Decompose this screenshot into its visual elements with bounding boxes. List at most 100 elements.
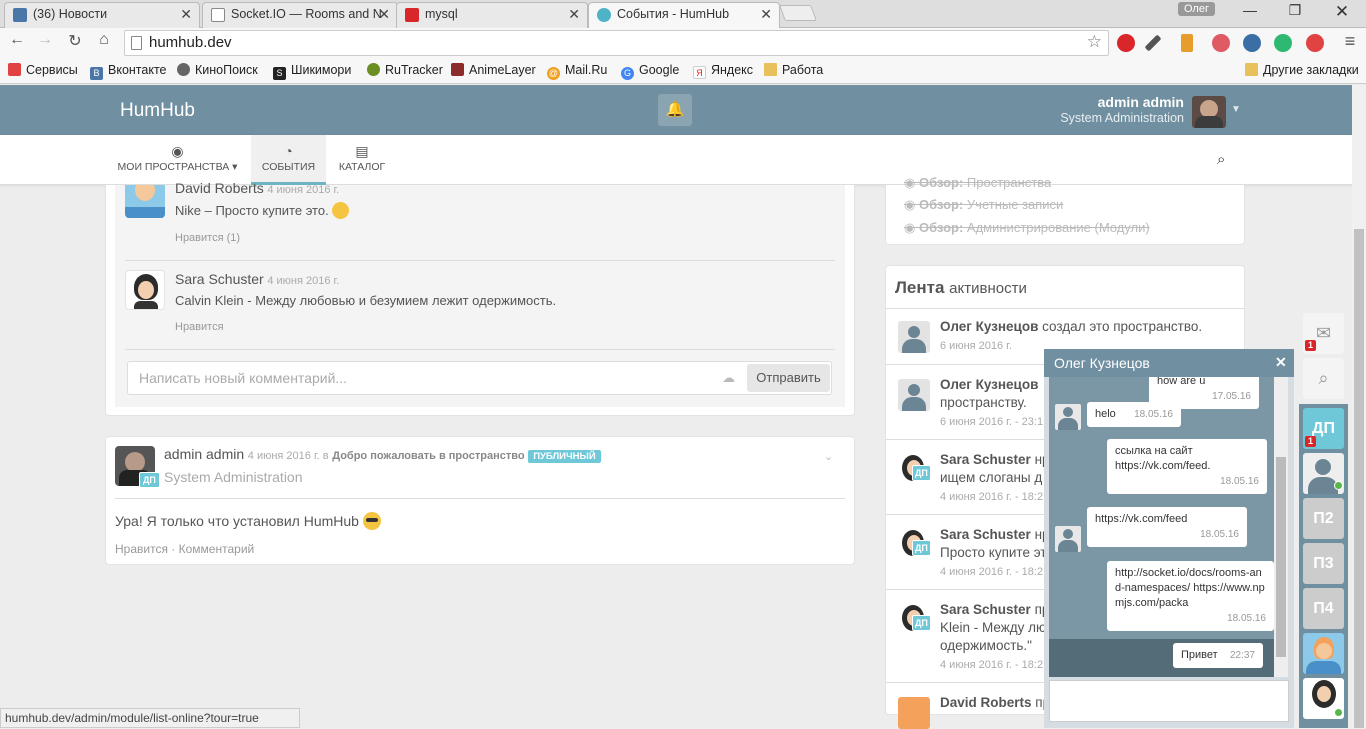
space-count-badge: 1 (1305, 436, 1317, 447)
chat-close-icon[interactable]: ✕ (1275, 354, 1287, 371)
forward-icon[interactable]: → (33, 31, 57, 49)
opera-ext-icon[interactable] (1117, 34, 1135, 52)
close-window-icon[interactable]: ✕ (1322, 2, 1362, 22)
divider (125, 260, 835, 261)
chat-input[interactable] (1049, 680, 1289, 722)
eyedropper-ext-icon[interactable] (1144, 34, 1162, 52)
browser-tab-mysql[interactable]: mysql ✕ (396, 2, 588, 28)
send-comment-button[interactable]: Отправить (747, 364, 830, 392)
bookmark-yandex[interactable]: Я Яндекс (693, 63, 753, 79)
restore-icon[interactable]: ❐ (1275, 2, 1315, 19)
contact-avatar[interactable] (1303, 453, 1344, 494)
search-icon[interactable]: ⌕ (1217, 151, 1225, 168)
lastpass-ext-icon[interactable] (1212, 34, 1230, 52)
post-space-link[interactable]: Добро пожаловать в пространство (332, 450, 524, 462)
browser-tab-socketio[interactable]: Socket.IO — Rooms and N ✕ (202, 2, 398, 28)
bookmark-mailru[interactable]: @ Mail.Ru (547, 63, 607, 80)
comment-text: Nike – Просто купите это. (175, 202, 350, 219)
mysql-favicon-icon (405, 8, 419, 22)
post-actions: Нравится · Комментарий (115, 542, 254, 556)
bookmark-google[interactable]: G Google (621, 63, 679, 80)
tour-item[interactable]: ◉ Обзор: Администрирование (Модули) (904, 220, 1150, 236)
home-icon[interactable]: ⌂ (92, 31, 116, 49)
post-date: 4 июня 2016 г. в (247, 450, 329, 462)
bookmark-kinopoisk[interactable]: КиноПоиск (177, 63, 258, 77)
comment-date: 4 июня 2016 г. (267, 184, 340, 196)
back-icon[interactable]: ← (5, 31, 29, 49)
chat-avatar (1055, 404, 1081, 430)
bookmark-shikimori[interactable]: S Шикимори (273, 63, 351, 80)
notifications-bell-icon[interactable]: 🔔 (658, 94, 692, 126)
comment-author[interactable]: Sara Schuster (175, 271, 264, 287)
contact-avatar[interactable] (1303, 633, 1344, 674)
tools-ext-icon[interactable] (1181, 34, 1193, 52)
url-text: humhub.dev (149, 34, 232, 51)
vpn-ext-icon[interactable] (1243, 34, 1261, 52)
comment-like-link[interactable]: Нравится (1) (175, 232, 240, 244)
other-bookmarks-folder[interactable]: Другие закладки (1245, 63, 1359, 77)
chat-message: ссылка на сайт https://vk.com/feed. 18.05… (1107, 439, 1267, 494)
tab-title: (36) Новости (33, 7, 108, 21)
space-button[interactable]: П2 (1303, 498, 1344, 539)
page-favicon-icon (211, 8, 225, 22)
bookmark-vk[interactable]: В Вконтакте (90, 63, 166, 80)
folder-icon (1245, 63, 1258, 76)
user-menu-caret-icon[interactable]: ▼ (1231, 104, 1241, 115)
bookmark-rutracker[interactable]: RuTracker (367, 63, 443, 77)
humhub-favicon-icon (597, 8, 611, 22)
green-ext-icon[interactable] (1274, 34, 1292, 52)
nav-catalog[interactable]: ▤ КАТАЛОГ (330, 135, 394, 185)
page-scrollbar[interactable] (1352, 85, 1366, 728)
minimize-icon[interactable]: — (1230, 2, 1270, 18)
user-avatar[interactable] (1192, 96, 1226, 128)
wink-emoji-icon (332, 202, 350, 219)
post-author[interactable]: admin admin (164, 446, 244, 462)
target-ext-icon[interactable] (1306, 34, 1324, 52)
address-bar[interactable]: humhub.dev ☆ (124, 30, 1109, 56)
new-tab-button[interactable] (779, 5, 817, 21)
browser-profile-name[interactable]: Олег (1178, 2, 1215, 16)
bookmark-animelayer[interactable]: AnimeLayer (451, 63, 536, 77)
search-icon[interactable]: ⌕ (1303, 358, 1344, 399)
menu-icon[interactable]: ≡ (1338, 31, 1362, 52)
comment-author[interactable]: David Roberts (175, 180, 264, 196)
upload-cloud-icon[interactable]: ☁ (722, 370, 735, 386)
folder-icon (764, 63, 777, 76)
brand-logo[interactable]: HumHub (120, 100, 195, 122)
getting-started-panel (885, 185, 1245, 245)
post-author-role: System Administration (164, 469, 303, 485)
comment-avatar[interactable] (125, 185, 165, 218)
browser-tab-strip: (36) Новости ✕ Socket.IO — Rooms and N ✕… (0, 0, 1366, 28)
space-button[interactable]: П3 (1303, 543, 1344, 584)
chat-scrollbar[interactable] (1274, 377, 1288, 677)
comment-avatar[interactable] (125, 270, 165, 310)
post-like-link[interactable]: Нравится (115, 542, 168, 556)
comment-header: Sara Schuster 4 июня 2016 г. (175, 271, 339, 287)
comment-header: David Roberts 4 июня 2016 г. (175, 180, 339, 196)
nav-my-spaces[interactable]: ◉ МОИ ПРОСТРАНСТВА ▾ (115, 135, 240, 185)
bookmark-star-icon[interactable]: ☆ (1087, 32, 1102, 52)
space-button[interactable]: П4 (1303, 588, 1344, 629)
tour-item[interactable]: ◉ Обзор: Пространства (904, 175, 1051, 191)
bookmark-services[interactable]: Сервисы (8, 63, 78, 77)
tour-item[interactable]: ◉ Обзор: Учетные записи (904, 197, 1063, 213)
close-tab-icon[interactable]: ✕ (180, 6, 192, 23)
bookmark-work-folder[interactable]: Работа (764, 63, 823, 77)
browser-tab-vk[interactable]: (36) Новости ✕ (4, 2, 200, 28)
post-menu-chevron-down-icon[interactable]: ⌄ (824, 450, 833, 463)
post-text: Ура! Я только что установил HumHub (115, 512, 381, 530)
chat-scrollbar-thumb[interactable] (1276, 457, 1286, 657)
close-tab-icon[interactable]: ✕ (760, 6, 772, 23)
close-tab-icon[interactable]: ✕ (568, 6, 580, 23)
comment-like-link[interactable]: Нравится (175, 321, 224, 333)
user-name[interactable]: admin admin (1000, 94, 1184, 110)
comment-text: Calvin Klein - Между любовью и безумием … (175, 293, 557, 308)
post-comment-link[interactable]: Комментарий (179, 542, 255, 556)
scrollbar-thumb[interactable] (1354, 229, 1364, 728)
reload-icon[interactable]: ↻ (63, 31, 87, 51)
contact-avatar[interactable] (1303, 678, 1344, 719)
nav-events[interactable]: ◔ СОБЫТИЯ (251, 135, 326, 185)
browser-tab-humhub[interactable]: События - HumHub ✕ (588, 2, 780, 28)
chat-header[interactable]: Олег Кузнецов (1044, 349, 1294, 377)
close-tab-icon[interactable]: ✕ (378, 6, 390, 23)
